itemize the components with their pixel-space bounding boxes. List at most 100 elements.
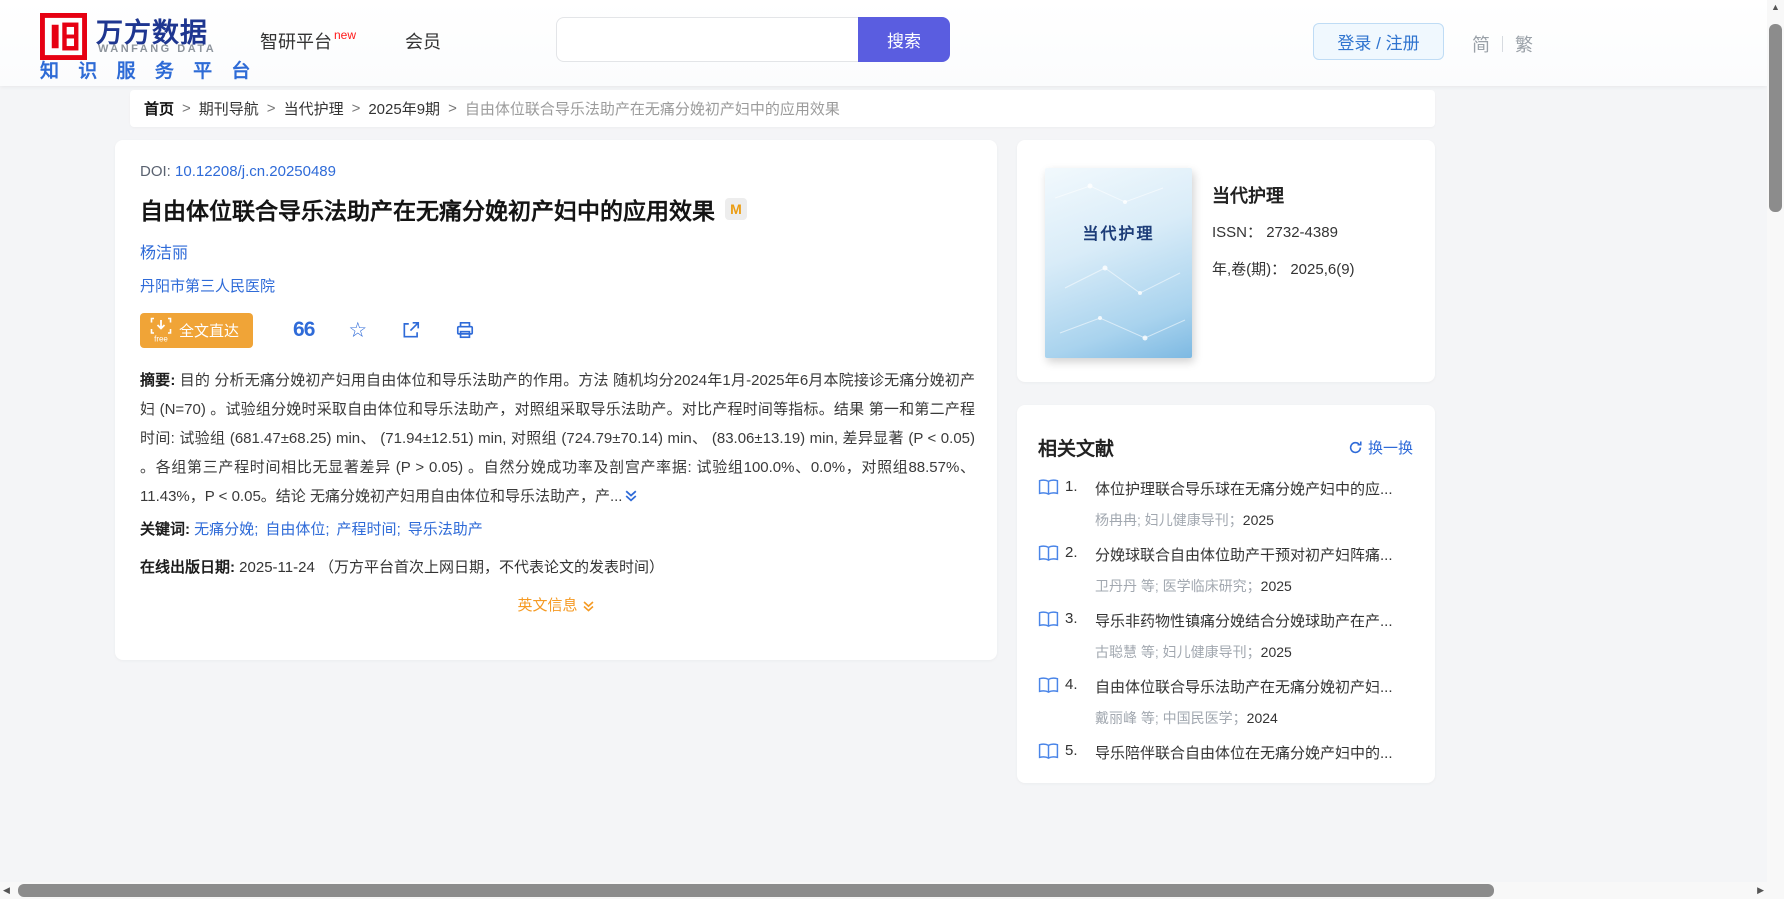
english-info-toggle[interactable]: 英文信息 bbox=[115, 594, 997, 615]
list-item: 2. 分娩球联合自由体位助产干预对初产妇阵痛... 卫丹丹 等; 医学临床研究；… bbox=[1017, 543, 1435, 609]
breadcrumb: 首页 > 期刊导航 > 当代护理 > 2025年9期 > 自由体位联合导乐法助产… bbox=[130, 90, 1435, 127]
breadcrumb-journal[interactable]: 当代护理 bbox=[284, 98, 344, 119]
list-item: 1. 体位护理联合导乐球在无痛分娩产妇中的应... 杨冉冉; 妇儿健康导刊；20… bbox=[1017, 477, 1435, 543]
medical-badge-icon[interactable]: M bbox=[725, 198, 747, 220]
refresh-related-button[interactable]: 换一换 bbox=[1348, 437, 1413, 458]
expand-abstract-icon[interactable] bbox=[624, 484, 638, 513]
item-number: 1. bbox=[1065, 478, 1078, 495]
article-actions: free 全文直达 66 ☆ bbox=[140, 312, 475, 348]
favorite-star-icon[interactable]: ☆ bbox=[348, 318, 367, 343]
item-number: 2. bbox=[1065, 544, 1078, 561]
divider bbox=[1502, 36, 1503, 52]
doi-label: DOI: bbox=[140, 163, 171, 180]
logo-text-en: WANFANG DATA bbox=[98, 43, 216, 55]
item-authors: 古聪慧 等; bbox=[1095, 644, 1159, 660]
item-number: 3. bbox=[1065, 610, 1078, 627]
breadcrumb-separator: > bbox=[182, 100, 191, 117]
author-link[interactable]: 杨洁丽 bbox=[140, 245, 188, 262]
share-icon[interactable] bbox=[401, 320, 421, 340]
pubdate-note: （万方平台首次上网日期，不代表论文的发表时间） bbox=[319, 559, 664, 576]
keyword-link[interactable]: 自由体位 bbox=[265, 521, 329, 538]
book-icon bbox=[1038, 743, 1059, 765]
scroll-left-arrow-icon[interactable]: ◀ bbox=[3, 885, 10, 896]
related-article-meta: 古聪慧 等; 妇儿健康导刊；2025 bbox=[1095, 642, 1292, 662]
breadcrumb-separator: > bbox=[352, 100, 361, 117]
vertical-scrollbar[interactable]: ▲ bbox=[1767, 0, 1784, 882]
refresh-label: 换一换 bbox=[1368, 437, 1413, 458]
journal-card: 当代护理 当代护理 ISSN： 2732-4389 年,卷(期)： 2025,6… bbox=[1017, 140, 1435, 382]
breadcrumb-separator: > bbox=[267, 100, 276, 117]
book-icon bbox=[1038, 677, 1059, 699]
horizontal-scrollbar[interactable]: ◀ ▶ bbox=[0, 882, 1767, 899]
item-journal: 妇儿健康导刊； bbox=[1163, 644, 1261, 660]
print-icon[interactable] bbox=[455, 320, 475, 340]
cover-decoration bbox=[1045, 168, 1192, 358]
scroll-up-arrow-icon[interactable]: ▲ bbox=[1767, 2, 1784, 12]
book-icon bbox=[1038, 479, 1059, 501]
abstract-text: 目的 分析无痛分娩初产妇用自由体位和导乐法助产的作用。方法 随机均分2024年1… bbox=[140, 372, 975, 505]
english-info-label: 英文信息 bbox=[517, 597, 577, 614]
pubdate-row: 在线出版日期: 2025-11-24 （万方平台首次上网日期，不代表论文的发表时… bbox=[140, 556, 664, 577]
cite-icon[interactable]: 66 bbox=[293, 318, 314, 342]
issn-value: 2732-4389 bbox=[1266, 224, 1338, 241]
related-article-link[interactable]: 体位护理联合导乐球在无痛分娩产妇中的应... bbox=[1095, 478, 1417, 499]
related-article-link[interactable]: 分娩球联合自由体位助产干预对初产妇阵痛... bbox=[1095, 544, 1417, 565]
refresh-icon bbox=[1348, 440, 1363, 455]
lang-simplified[interactable]: 简 bbox=[1472, 31, 1490, 57]
related-literature-card: 相关文献 换一换 1. 体位护理联合导乐球在无痛分娩产妇中的应... 杨冉冉; … bbox=[1017, 405, 1435, 783]
logo-tagline: 知 识 服 务 平 台 bbox=[40, 56, 257, 83]
list-item: 5. 导乐陪伴联合自由体位在无痛分娩产妇中的... bbox=[1017, 741, 1435, 783]
svg-text:free: free bbox=[154, 335, 168, 344]
breadcrumb-journal-nav[interactable]: 期刊导航 bbox=[199, 98, 259, 119]
journal-volume-row: 年,卷(期)： 2025,6(9) bbox=[1212, 258, 1355, 279]
fulltext-button[interactable]: free 全文直达 bbox=[140, 313, 253, 348]
cover-journal-title: 当代护理 bbox=[1045, 220, 1192, 244]
item-journal: 妇儿健康导刊； bbox=[1145, 512, 1243, 528]
item-journal: 中国民医学； bbox=[1163, 710, 1247, 726]
page-title: 自由体位联合导乐法助产在无痛分娩初产妇中的应用效果 bbox=[140, 192, 715, 226]
login-register-button[interactable]: 登录 / 注册 bbox=[1313, 23, 1444, 60]
keyword-link[interactable]: 产程时间 bbox=[337, 521, 401, 538]
related-title: 相关文献 bbox=[1038, 434, 1114, 461]
horizontal-scrollbar-thumb[interactable] bbox=[18, 884, 1494, 897]
free-download-icon: free bbox=[150, 317, 172, 343]
top-header: 万方数据 WANFANG DATA 知 识 服 务 平 台 智研平台new 会员… bbox=[0, 0, 1767, 86]
language-switch: 简 繁 bbox=[1472, 31, 1533, 57]
item-authors: 卫丹丹 等; bbox=[1095, 578, 1159, 594]
related-article-meta: 卫丹丹 等; 医学临床研究；2025 bbox=[1095, 576, 1292, 596]
lang-traditional[interactable]: 繁 bbox=[1515, 31, 1533, 57]
nav-zhiyan-platform[interactable]: 智研平台new bbox=[260, 28, 354, 54]
fulltext-label: 全文直达 bbox=[179, 320, 239, 341]
wanfang-logo-icon[interactable] bbox=[40, 13, 87, 60]
volume-value: 2025,6(9) bbox=[1290, 261, 1354, 278]
nav-zhiyan-label: 智研平台 bbox=[260, 32, 332, 52]
related-article-link[interactable]: 导乐非药物性镇痛分娩结合分娩球助产在产... bbox=[1095, 610, 1417, 631]
related-article-link[interactable]: 自由体位联合导乐法助产在无痛分娩初产妇... bbox=[1095, 676, 1417, 697]
breadcrumb-home[interactable]: 首页 bbox=[144, 98, 174, 119]
keyword-link[interactable]: 导乐法助产 bbox=[408, 521, 483, 538]
related-article-meta: 戴丽峰 等; 中国民医学；2024 bbox=[1095, 708, 1278, 728]
volume-label: 年,卷(期)： bbox=[1212, 261, 1286, 278]
breadcrumb-current: 自由体位联合导乐法助产在无痛分娩初产妇中的应用效果 bbox=[465, 98, 840, 119]
scroll-right-arrow-icon[interactable]: ▶ bbox=[1757, 885, 1764, 896]
list-item: 4. 自由体位联合导乐法助产在无痛分娩初产妇... 戴丽峰 等; 中国民医学；2… bbox=[1017, 675, 1435, 741]
journal-name: 当代护理 bbox=[1212, 182, 1284, 208]
keywords-label: 关键词: bbox=[140, 521, 190, 538]
doi-link[interactable]: 10.12208/j.cn.20250489 bbox=[175, 163, 336, 180]
related-article-meta: 杨冉冉; 妇儿健康导刊；2025 bbox=[1095, 510, 1274, 530]
item-authors: 杨冉冉; bbox=[1095, 512, 1141, 528]
journal-cover[interactable]: 当代护理 bbox=[1045, 168, 1192, 358]
breadcrumb-issue[interactable]: 2025年9期 bbox=[368, 98, 440, 119]
article-card: DOI: 10.12208/j.cn.20250489 自由体位联合导乐法助产在… bbox=[115, 140, 997, 660]
keyword-link[interactable]: 无痛分娩 bbox=[194, 521, 258, 538]
search-input[interactable] bbox=[556, 17, 858, 62]
item-number: 4. bbox=[1065, 676, 1078, 693]
affiliation-link[interactable]: 丹阳市第三人民医院 bbox=[140, 278, 275, 295]
item-year: 2024 bbox=[1247, 710, 1278, 726]
related-article-link[interactable]: 导乐陪伴联合自由体位在无痛分娩产妇中的... bbox=[1095, 742, 1417, 763]
book-icon bbox=[1038, 611, 1059, 633]
search-button[interactable]: 搜索 bbox=[858, 17, 950, 62]
vertical-scrollbar-thumb[interactable] bbox=[1769, 24, 1782, 212]
nav-member[interactable]: 会员 bbox=[405, 28, 441, 54]
pubdate-label: 在线出版日期: bbox=[140, 559, 235, 576]
